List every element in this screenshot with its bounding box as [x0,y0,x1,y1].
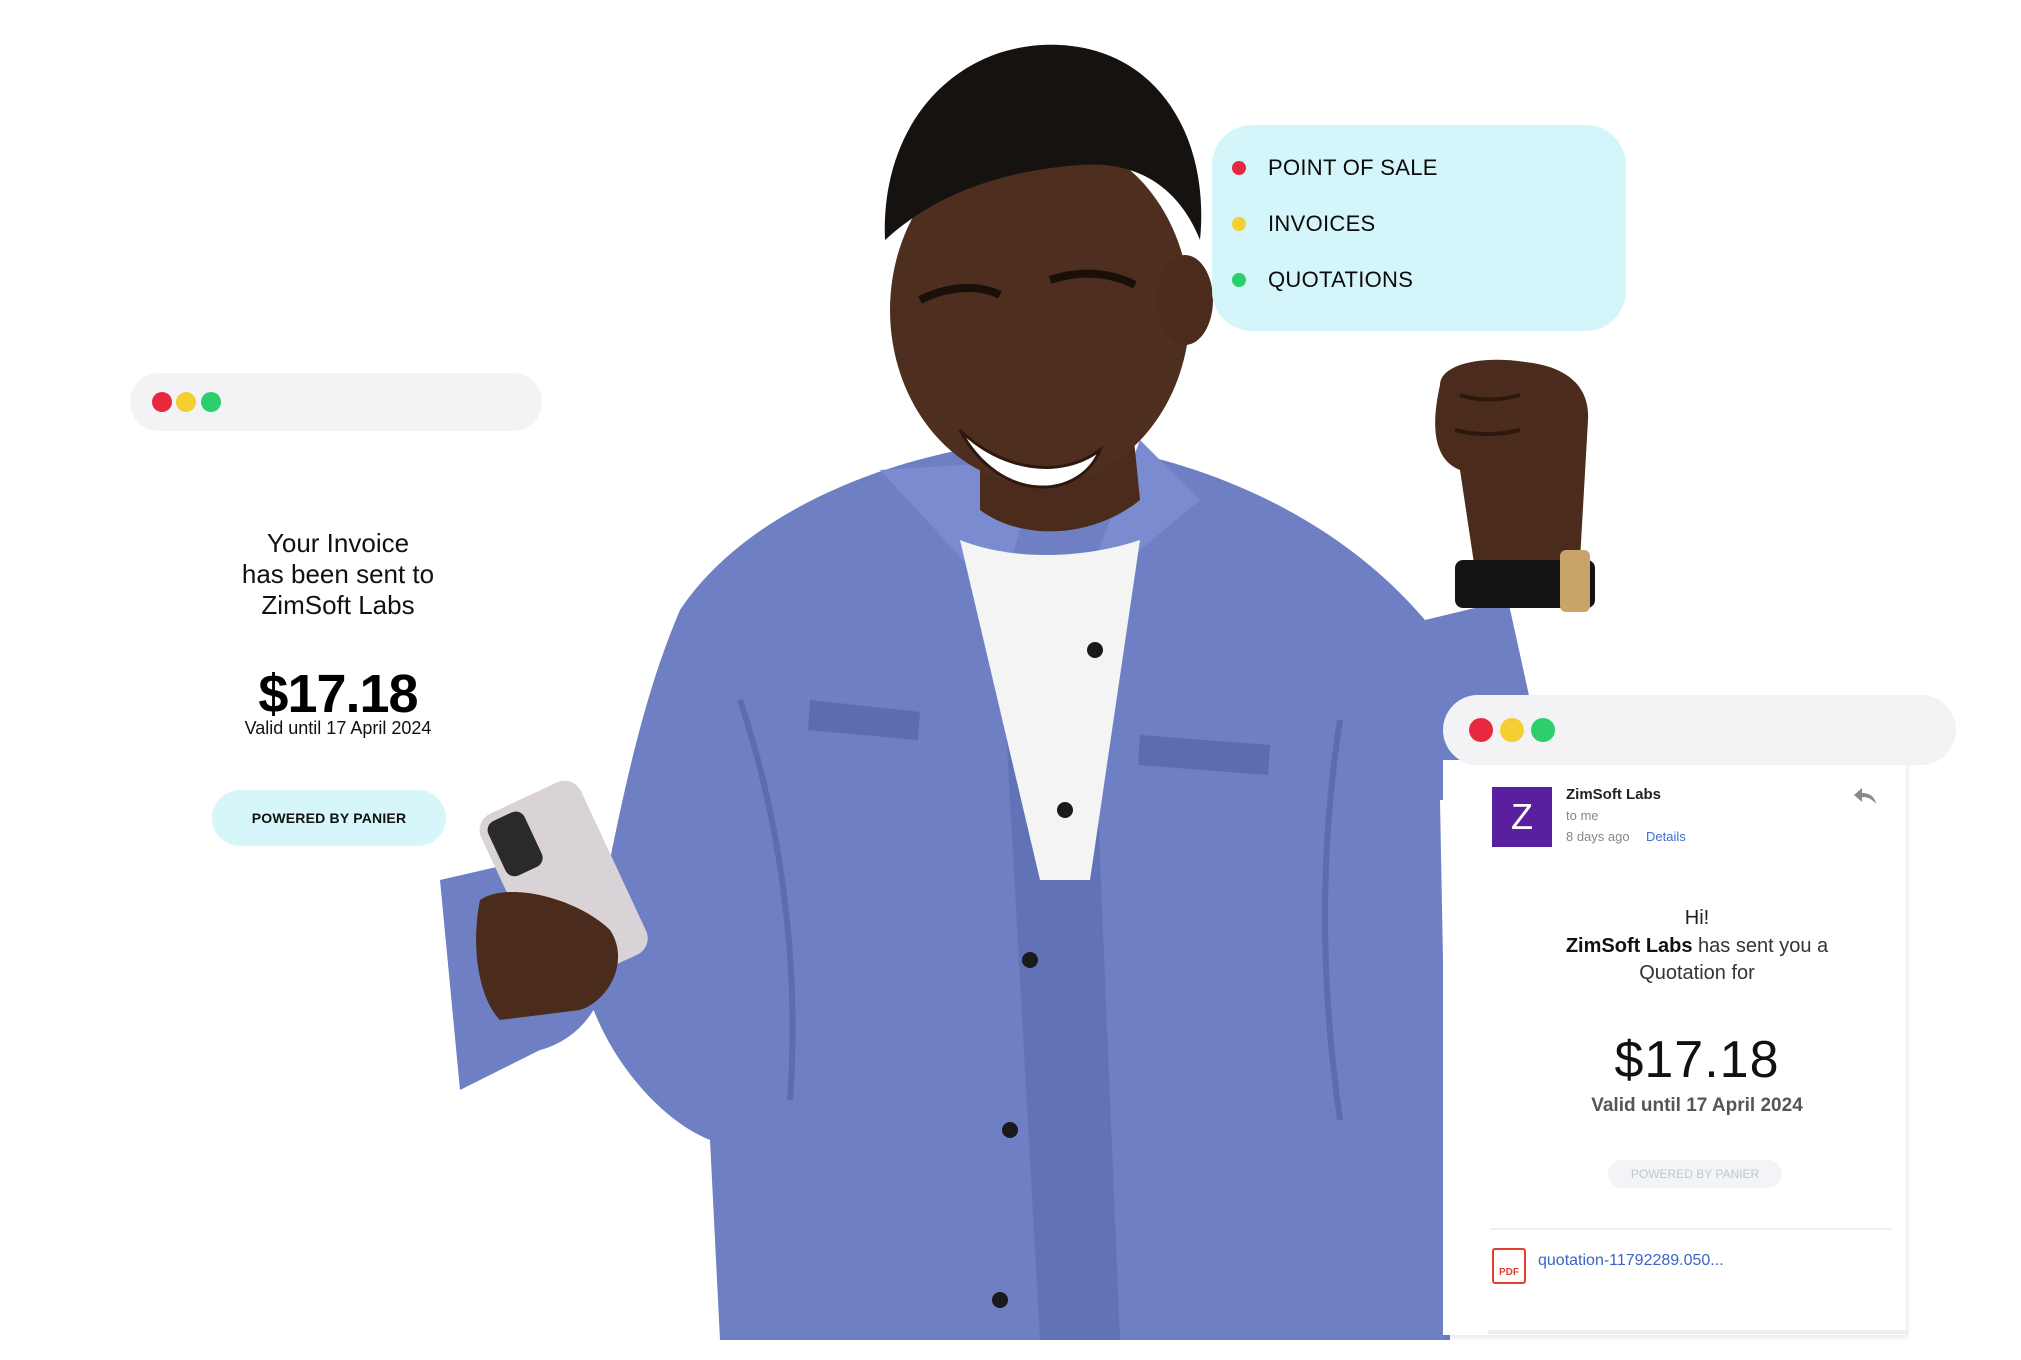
feature-item-point-of-sale: POINT OF SALE [1232,153,1438,183]
invoice-amount: $17.18 [258,664,418,724]
reply-icon[interactable] [1852,785,1878,807]
left-window-titlebar [130,373,542,431]
feature-label: INVOICES [1268,211,1376,236]
close-dot-icon[interactable] [152,392,172,412]
details-link[interactable]: Details [1646,829,1686,844]
invoice-line-3: ZimSoft Labs [261,590,415,620]
sender-avatar: Z [1492,787,1552,847]
invoice-sent-message: Your Invoice has been sent to ZimSoft La… [168,528,508,621]
quotation-valid-until: Valid until 17 April 2024 [1591,1095,1803,1116]
maximize-dot-icon[interactable] [201,392,221,412]
attachment-divider [1490,1228,1892,1230]
quotation-amount: $17.18 [1614,1031,1780,1089]
green-dot-icon [1232,273,1246,287]
email-sender-bold: ZimSoft Labs [1565,935,1693,957]
invoice-line-2: has been sent to [241,559,435,589]
recipient-label: to me [1566,808,1599,823]
email-powered-badge[interactable]: POWERED BY PANIER [1608,1160,1782,1188]
feature-label: POINT OF SALE [1268,155,1438,180]
sender-name: ZimSoft Labs [1566,786,1662,803]
email-message-rest: has sent you a [1692,935,1829,957]
attachment-link[interactable]: quotation-11792289.050... [1538,1252,1724,1270]
feature-label: QUOTATIONS [1268,267,1414,292]
yellow-dot-icon [1232,217,1246,231]
feature-item-quotations: QUOTATIONS [1232,265,1413,295]
email-window-titlebar [1443,695,1956,765]
minimize-dot-icon[interactable] [1500,718,1524,742]
powered-by-panier-button[interactable]: POWERED BY PANIER [212,790,446,846]
feature-list-card: POINT OF SALE INVOICES QUOTATIONS [1212,125,1626,331]
email-quotation-label: Quotation for [1639,962,1755,984]
email-greeting: Hi! [1684,907,1710,929]
close-dot-icon[interactable] [1469,718,1493,742]
email-timestamp: 8 days ago [1566,829,1630,844]
invoice-line-1: Your Invoice [266,528,410,558]
pdf-file-icon[interactable]: PDF [1492,1248,1526,1284]
minimize-dot-icon[interactable] [176,392,196,412]
maximize-dot-icon[interactable] [1531,718,1555,742]
email-message-line: ZimSoft Labs has sent you a [1488,935,1906,958]
invoice-valid-until: Valid until 17 April 2024 [244,718,432,738]
red-dot-icon [1232,161,1246,175]
feature-item-invoices: INVOICES [1232,209,1376,239]
